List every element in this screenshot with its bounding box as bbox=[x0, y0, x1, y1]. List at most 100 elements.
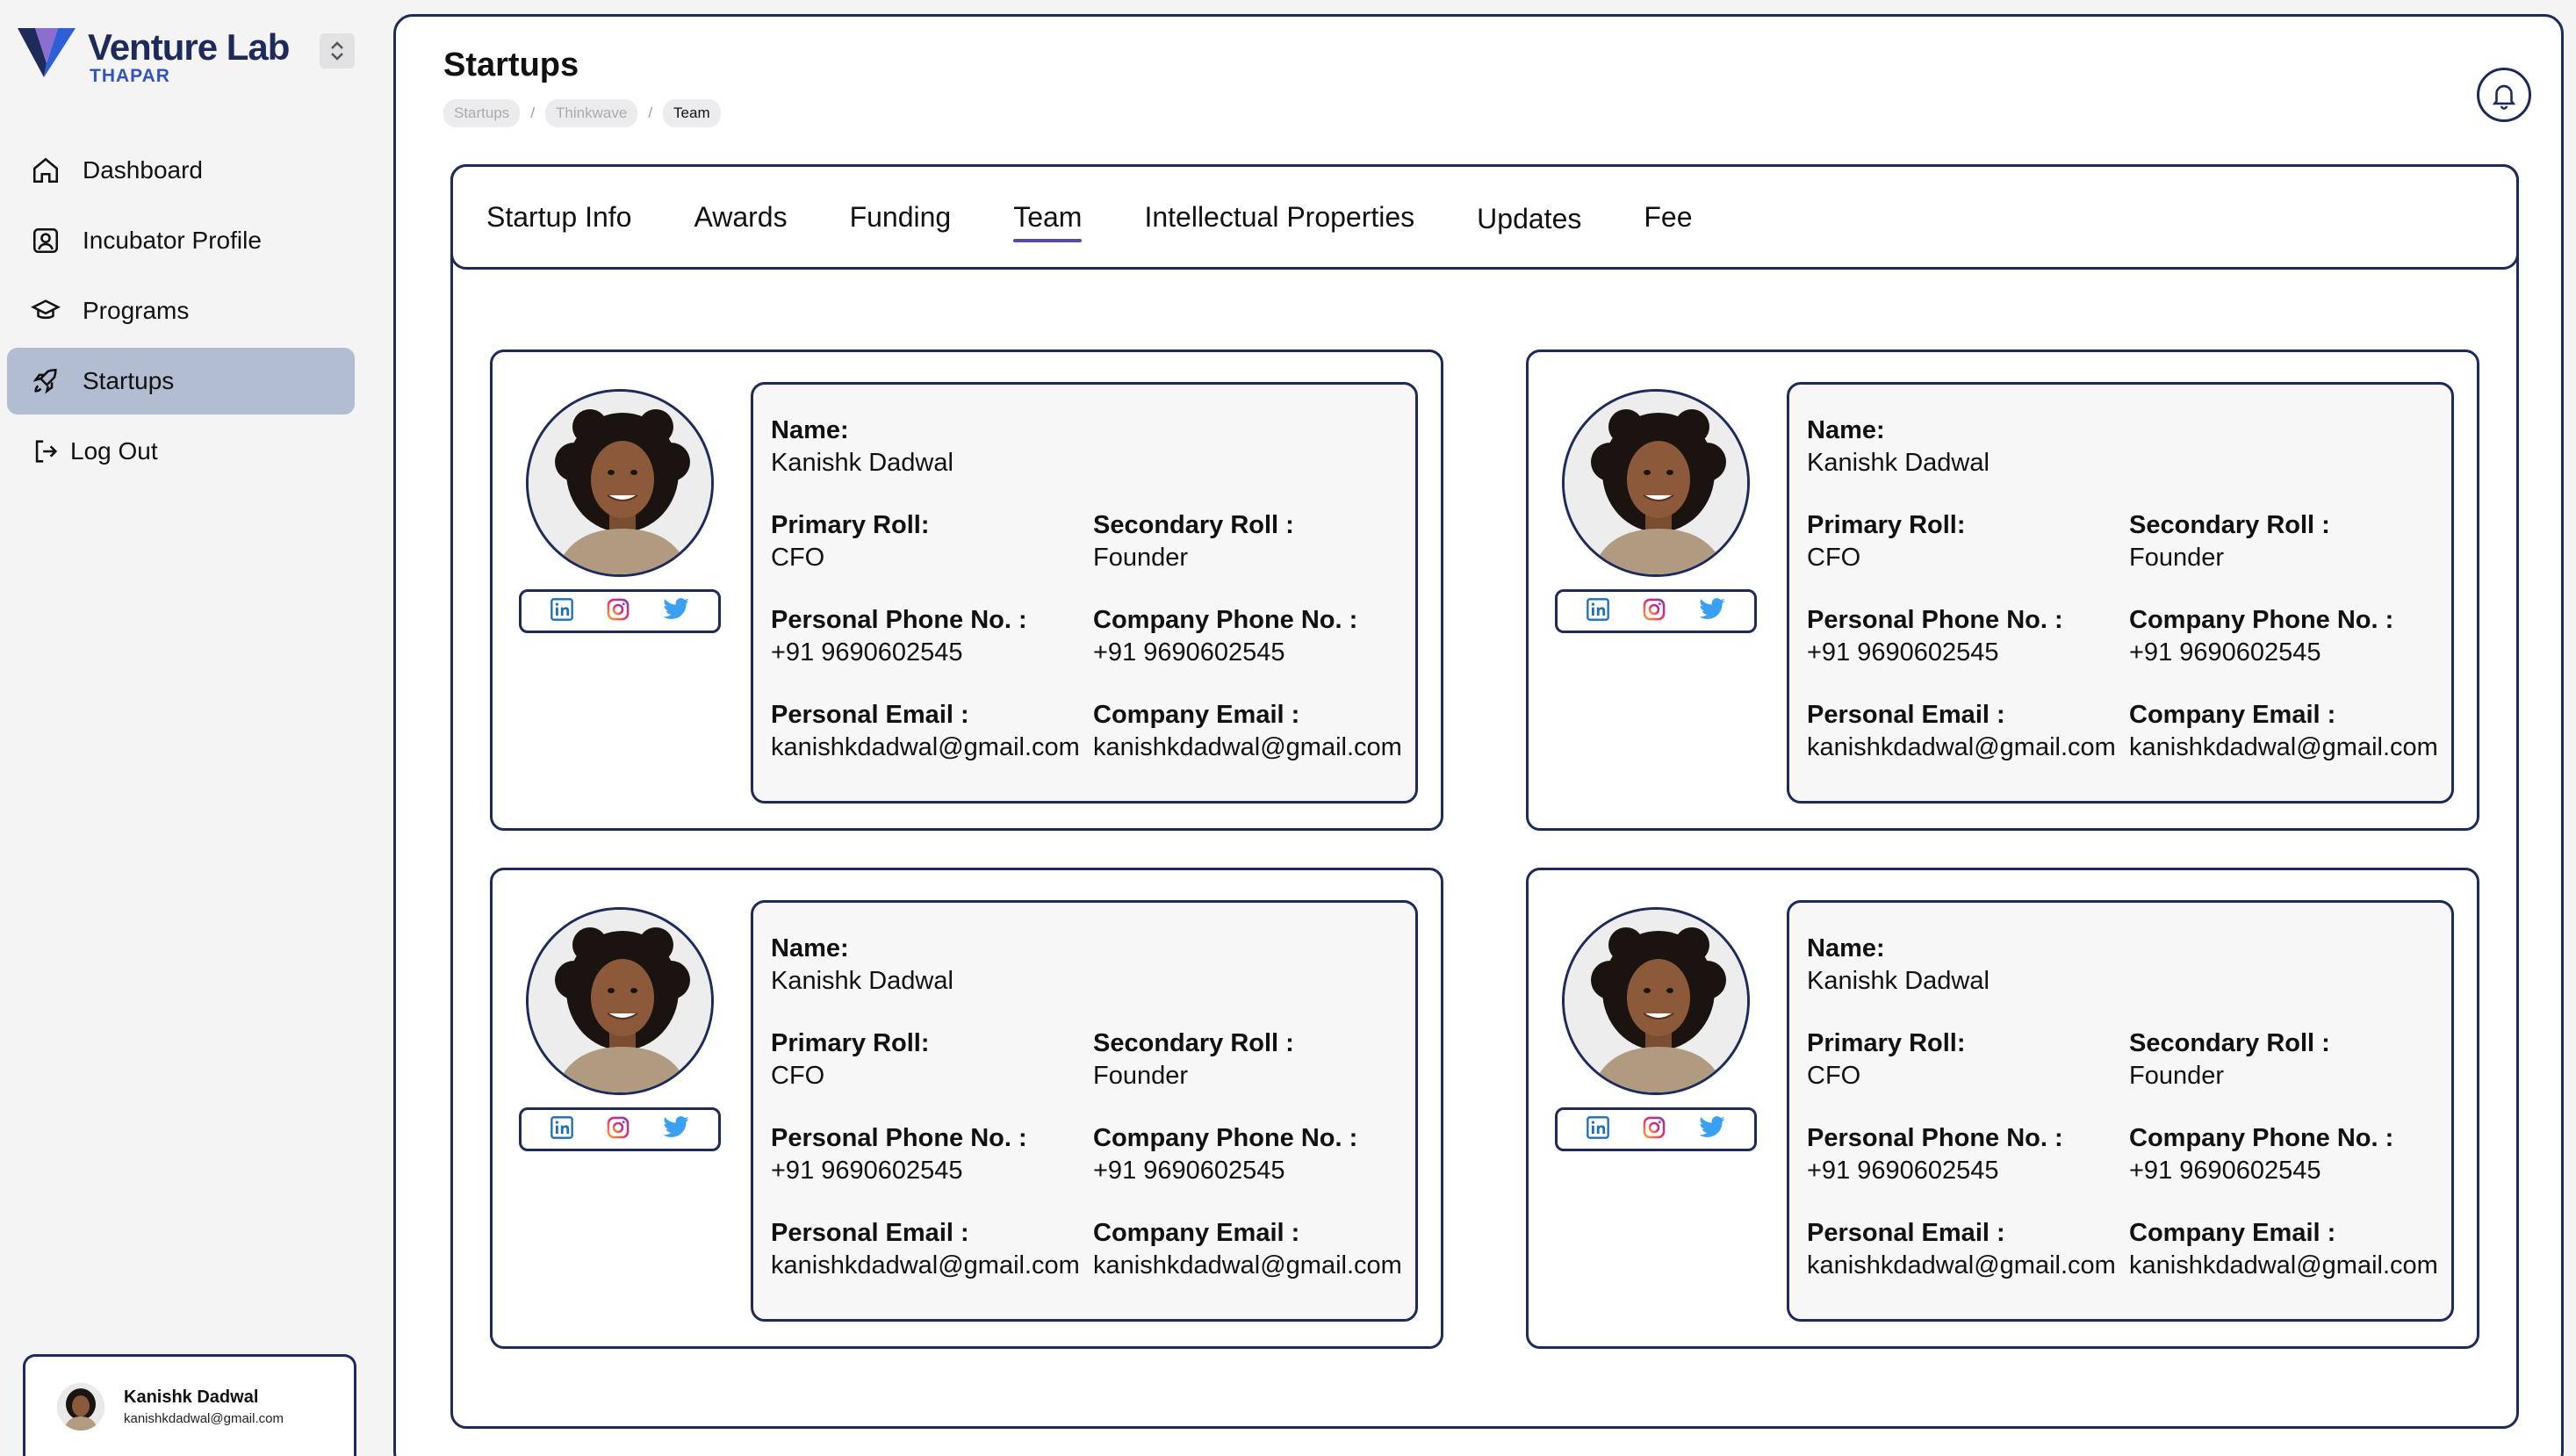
member-company-phone: +91 9690602545 bbox=[1093, 1157, 1285, 1185]
name-label: Name: bbox=[771, 934, 849, 962]
logout-icon bbox=[28, 434, 63, 469]
tab-startup-info[interactable]: Startup Info bbox=[486, 201, 631, 234]
member-company-email[interactable]: kanishkdadwal@gmail.com bbox=[1093, 1250, 1415, 1282]
sidebar-item-log-out[interactable]: Log Out bbox=[7, 418, 355, 485]
linkedin-icon[interactable] bbox=[550, 1115, 574, 1144]
brand-subtitle: THAPAR bbox=[90, 66, 170, 86]
sidebar-item-programs[interactable]: Programs bbox=[7, 278, 355, 344]
member-personal-email[interactable]: kanishkdadwal@gmail.com bbox=[1807, 732, 2129, 764]
member-personal-phone: +91 9690602545 bbox=[771, 638, 963, 667]
personal-email-label: Personal Email : bbox=[771, 701, 969, 729]
tab-intellectual-properties[interactable]: Intellectual Properties bbox=[1144, 201, 1414, 234]
sidebar-item-dashboard[interactable]: Dashboard bbox=[7, 137, 355, 204]
linkedin-icon[interactable] bbox=[1586, 597, 1610, 626]
member-name: Kanishk Dadwal bbox=[771, 449, 953, 477]
company-email-label: Company Email : bbox=[1093, 1219, 1300, 1247]
secondary-roll-label: Secondary Roll : bbox=[1093, 1029, 1294, 1057]
social-links bbox=[519, 1107, 721, 1151]
primary-roll-label: Primary Roll: bbox=[1807, 511, 1966, 539]
member-personal-phone: +91 9690602545 bbox=[1807, 1157, 1999, 1185]
secondary-roll-label: Secondary Roll : bbox=[2129, 1029, 2330, 1057]
tab-updates[interactable]: Updates bbox=[1477, 203, 1581, 235]
member-name: Kanishk Dadwal bbox=[1807, 449, 1990, 477]
name-label: Name: bbox=[771, 416, 849, 444]
member-name: Kanishk Dadwal bbox=[1807, 967, 1990, 995]
secondary-roll-label: Secondary Roll : bbox=[2129, 511, 2330, 539]
member-company-email[interactable]: kanishkdadwal@gmail.com bbox=[2129, 1250, 2451, 1282]
member-info-panel: Name: Kanishk Dadwal Primary Roll: CFO S… bbox=[1787, 900, 2454, 1322]
profile-icon bbox=[28, 223, 63, 258]
org-switcher-button[interactable] bbox=[320, 33, 355, 68]
member-secondary-roll: Founder bbox=[2129, 1062, 2225, 1090]
home-icon bbox=[28, 153, 63, 188]
personal-phone-label: Personal Phone No. : bbox=[771, 606, 1027, 634]
twitter-icon[interactable] bbox=[1698, 1115, 1726, 1144]
member-personal-phone: +91 9690602545 bbox=[771, 1157, 963, 1185]
member-primary-roll: CFO bbox=[1807, 544, 1861, 572]
member-company-email[interactable]: kanishkdadwal@gmail.com bbox=[2129, 732, 2451, 764]
page-title: Startups bbox=[443, 47, 579, 83]
personal-phone-label: Personal Phone No. : bbox=[1807, 606, 2063, 634]
personal-email-label: Personal Email : bbox=[1807, 1219, 2005, 1247]
bell-icon bbox=[2492, 84, 2516, 110]
name-label: Name: bbox=[1807, 416, 1885, 444]
member-primary-roll: CFO bbox=[771, 544, 825, 572]
company-phone-label: Company Phone No. : bbox=[2129, 1124, 2394, 1152]
linkedin-icon[interactable] bbox=[1586, 1115, 1610, 1144]
tab-team[interactable]: Team bbox=[1013, 201, 1083, 242]
instagram-icon[interactable] bbox=[1642, 1115, 1666, 1144]
breadcrumb-item-startups[interactable]: Startups bbox=[443, 99, 521, 127]
tab-bar: Startup Info Awards Funding Team Intelle… bbox=[450, 164, 2519, 270]
user-name: Kanishk Dadwal bbox=[124, 1387, 259, 1407]
member-info-panel: Name: Kanishk Dadwal Primary Roll: CFO S… bbox=[1787, 382, 2454, 804]
personal-email-label: Personal Email : bbox=[771, 1219, 969, 1247]
breadcrumb-separator: / bbox=[530, 105, 536, 121]
instagram-icon[interactable] bbox=[606, 597, 630, 626]
team-member-card: Name: Kanishk Dadwal Primary Roll: CFO S… bbox=[1526, 350, 2479, 831]
member-info-panel: Name: Kanishk Dadwal Primary Roll: CFO S… bbox=[751, 900, 1418, 1322]
member-secondary-roll: Founder bbox=[1093, 1062, 1189, 1090]
tab-fee[interactable]: Fee bbox=[1644, 201, 1692, 234]
user-profile-card[interactable]: Kanishk Dadwal kanishkdadwal@gmail.com bbox=[23, 1354, 356, 1456]
company-phone-label: Company Phone No. : bbox=[1093, 1124, 1358, 1152]
member-info-panel: Name: Kanishk Dadwal Primary Roll: CFO S… bbox=[751, 382, 1418, 804]
social-links bbox=[1555, 589, 1757, 633]
member-personal-email[interactable]: kanishkdadwal@gmail.com bbox=[1807, 1250, 2129, 1282]
name-label: Name: bbox=[1807, 934, 1885, 962]
member-company-phone: +91 9690602545 bbox=[1093, 638, 1285, 667]
breadcrumb-item-team: Team bbox=[663, 99, 721, 127]
personal-email-label: Personal Email : bbox=[1807, 701, 2005, 729]
sidebar-item-label: Incubator Profile bbox=[83, 227, 262, 254]
team-member-card: Name: Kanishk Dadwal Primary Roll: CFO S… bbox=[490, 350, 1443, 831]
sidebar: Venture Lab THAPAR Dashboard Incubator P… bbox=[0, 0, 392, 1456]
tab-awards[interactable]: Awards bbox=[694, 201, 787, 234]
user-email: kanishkdadwal@gmail.com bbox=[124, 1410, 284, 1426]
member-photo bbox=[526, 389, 714, 577]
sidebar-item-incubator-profile[interactable]: Incubator Profile bbox=[7, 207, 355, 274]
member-personal-phone: +91 9690602545 bbox=[1807, 638, 1999, 667]
venture-lab-logo[interactable]: Venture Lab THAPAR bbox=[18, 28, 290, 86]
content-panel: Startup Info Awards Funding Team Intelle… bbox=[450, 164, 2519, 1429]
notifications-button[interactable] bbox=[2477, 68, 2531, 122]
member-secondary-roll: Founder bbox=[1093, 544, 1189, 572]
instagram-icon[interactable] bbox=[1642, 597, 1666, 626]
member-personal-email[interactable]: kanishkdadwal@gmail.com bbox=[771, 1250, 1093, 1282]
company-phone-label: Company Phone No. : bbox=[2129, 606, 2394, 634]
member-primary-roll: CFO bbox=[771, 1062, 825, 1090]
tab-funding[interactable]: Funding bbox=[850, 201, 952, 234]
instagram-icon[interactable] bbox=[606, 1115, 630, 1144]
breadcrumb-separator: / bbox=[648, 105, 653, 121]
twitter-icon[interactable] bbox=[662, 597, 690, 626]
primary-roll-label: Primary Roll: bbox=[771, 511, 930, 539]
member-company-email[interactable]: kanishkdadwal@gmail.com bbox=[1093, 732, 1415, 764]
twitter-icon[interactable] bbox=[1698, 597, 1726, 626]
member-personal-email[interactable]: kanishkdadwal@gmail.com bbox=[771, 732, 1093, 764]
twitter-icon[interactable] bbox=[662, 1115, 690, 1144]
breadcrumb-item-thinkwave[interactable]: Thinkwave bbox=[545, 99, 638, 127]
linkedin-icon[interactable] bbox=[550, 597, 574, 626]
team-member-card: Name: Kanishk Dadwal Primary Roll: CFO S… bbox=[490, 868, 1443, 1349]
member-company-phone: +91 9690602545 bbox=[2129, 638, 2321, 667]
sidebar-item-startups[interactable]: Startups bbox=[7, 348, 355, 414]
member-primary-roll: CFO bbox=[1807, 1062, 1861, 1090]
sidebar-item-label: Log Out bbox=[70, 437, 158, 465]
